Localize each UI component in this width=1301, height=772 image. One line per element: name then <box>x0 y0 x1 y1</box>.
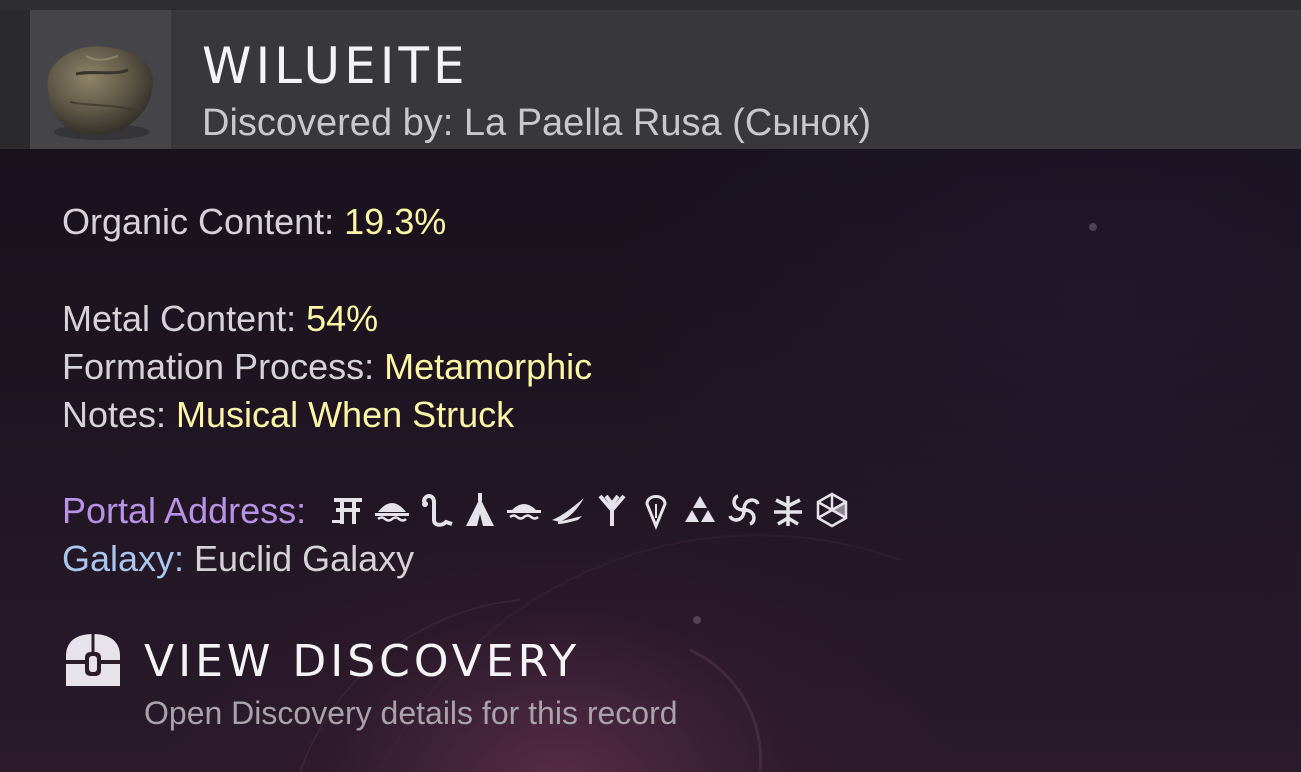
triangles-glyph-icon <box>680 490 720 530</box>
galaxy-label: Galaxy: <box>62 538 185 579</box>
spiral-glyph-icon <box>724 490 764 530</box>
view-discovery-title: VIEW DISCOVERY <box>144 636 581 687</box>
dome-glyph-icon <box>372 490 412 530</box>
formation-process-label: Formation Process: <box>62 346 385 387</box>
item-header: WILUEITE Discovered by: La Paella Rusa (… <box>0 10 1301 149</box>
notes-value: Musical When Struck <box>176 394 515 435</box>
portal-address-row: Portal Address: <box>62 489 852 533</box>
formation-process-value: Metamorphic <box>384 346 593 387</box>
view-discovery-subtitle: Open Discovery details for this record <box>144 695 678 731</box>
portal-glyphs <box>328 490 852 531</box>
notes-label: Notes: <box>62 394 177 435</box>
serpent-glyph-icon <box>416 490 456 530</box>
organic-content-label: Organic Content: <box>62 201 345 242</box>
item-name: WILUEITE <box>202 37 469 95</box>
drop-glyph-icon <box>636 490 676 531</box>
bird-glyph-icon <box>548 490 588 530</box>
discovery-chest-icon <box>62 632 124 690</box>
portal-address-label: Portal Address: <box>62 490 307 531</box>
metal-content-value: 54% <box>306 298 379 339</box>
insect-glyph-icon <box>768 490 808 530</box>
hexagon-glyph-icon <box>812 490 852 530</box>
tent-glyph-icon <box>460 490 500 530</box>
galaxy-value: Euclid Galaxy <box>184 538 415 579</box>
rock-icon <box>30 10 171 149</box>
view-discovery-button[interactable]: VIEW DISCOVERY Open Discovery details fo… <box>62 630 762 740</box>
saucer-glyph-icon <box>504 490 544 530</box>
metal-content-label: Metal Content: <box>62 298 307 339</box>
gate-glyph-icon <box>328 490 368 530</box>
organic-content-row: Organic Content: 19.3% <box>62 200 446 244</box>
discovered-by: Discovered by: La Paella Rusa (Сынок) <box>202 102 871 144</box>
notes-row: Notes: Musical When Struck <box>62 393 514 437</box>
organic-content-value: 19.3% <box>344 201 447 242</box>
header-side-bar <box>0 10 30 149</box>
fork-glyph-icon <box>592 490 632 530</box>
discovery-panel: WILUEITE Discovered by: La Paella Rusa (… <box>0 0 1301 772</box>
formation-process-row: Formation Process: Metamorphic <box>62 345 592 389</box>
galaxy-row: Galaxy: Euclid Galaxy <box>62 537 414 581</box>
metal-content-row: Metal Content: 54% <box>62 297 378 341</box>
